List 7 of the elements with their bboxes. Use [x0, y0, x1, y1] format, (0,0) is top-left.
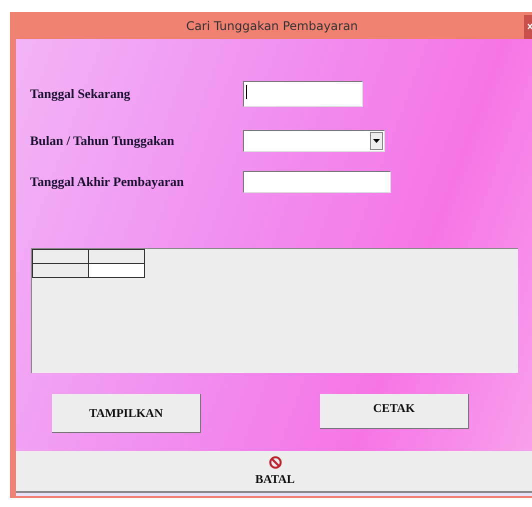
- field-label: Tanggal Akhir Pembayaran: [30, 174, 185, 190]
- action-button[interactable]: CETAK: [320, 394, 469, 429]
- field-label: Bulan / Tahun Tunggakan: [30, 133, 176, 149]
- cancel-button[interactable]: BATAL: [16, 451, 532, 493]
- action-button[interactable]: TAMPILKAN: [52, 394, 201, 433]
- window-title: Cari Tunggakan Pembayaran: [186, 18, 358, 32]
- field-label: Tanggal Sekarang: [30, 86, 132, 102]
